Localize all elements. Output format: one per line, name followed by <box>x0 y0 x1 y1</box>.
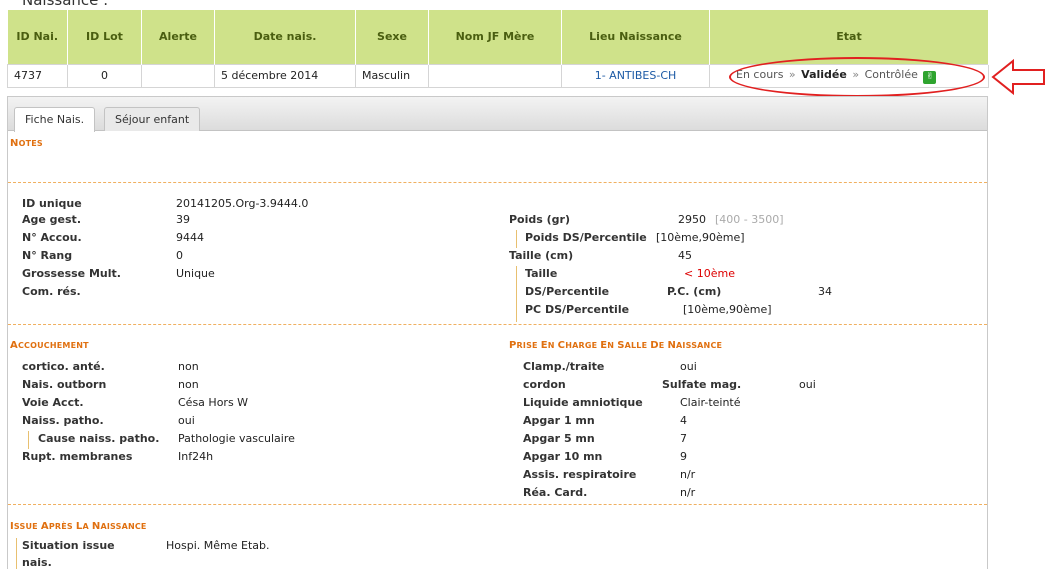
indent-bar <box>516 266 517 322</box>
tab-fiche-nais[interactable]: Fiche Nais. <box>14 107 96 132</box>
cell-lieu-link[interactable]: 1- ANTIBES-CH <box>561 63 710 88</box>
left-arrow-icon <box>991 58 1045 96</box>
divider <box>8 324 987 325</box>
column-header-alerte[interactable]: Alerte <box>141 10 215 64</box>
indent-bar <box>28 431 29 449</box>
section-prise-title: PRISE EN CHARGE EN SALLE DE NAISSANCE <box>509 340 723 351</box>
column-header-id[interactable]: ID Nai. <box>7 10 68 64</box>
thumbs-up-icon[interactable]: ✌ <box>923 70 937 84</box>
column-header-etat[interactable]: Etat <box>709 10 989 64</box>
page-title: Naissance : <box>22 0 109 9</box>
section-accouchement-title: ACCOUCHEMENT <box>10 340 89 351</box>
column-header-lieu[interactable]: Lieu Naissance <box>561 10 710 64</box>
cell-nom-jf <box>428 63 562 88</box>
cell-id: 4737 <box>7 63 68 88</box>
cell-lot: 0 <box>67 63 142 88</box>
column-header-lot[interactable]: ID Lot <box>67 10 142 64</box>
table-header-row: ID Nai. ID Lot Alerte Date nais. Sexe No… <box>7 10 989 64</box>
cell-date: 5 décembre 2014 <box>214 63 356 88</box>
detail-panel: Fiche Nais. Séjour enfant NOTES ID uniqu… <box>7 96 988 569</box>
divider <box>8 182 987 183</box>
column-header-date[interactable]: Date nais. <box>214 10 356 64</box>
tab-bar: Fiche Nais. Séjour enfant <box>8 97 987 132</box>
etat-en-cours[interactable]: En cours <box>736 68 783 81</box>
table-row[interactable]: 4737 0 5 décembre 2014 Masculin 1- ANTIB… <box>7 63 989 88</box>
column-header-sexe[interactable]: Sexe <box>355 10 429 64</box>
cell-etat: En cours » Validée » Contrôlée ✌ <box>709 63 989 88</box>
cell-sexe: Masculin <box>355 63 429 88</box>
etat-separator: » <box>788 67 796 81</box>
cell-alerte <box>141 63 215 88</box>
section-notes-title: NOTES <box>10 138 43 149</box>
indent-bar <box>516 230 517 248</box>
divider <box>8 504 987 505</box>
naissance-table: ID Nai. ID Lot Alerte Date nais. Sexe No… <box>7 10 989 88</box>
etat-validee[interactable]: Validée <box>801 68 847 81</box>
indent-bar <box>16 538 17 569</box>
section-issue-title: ISSUE APRÈS LA NAISSANCE <box>10 521 147 532</box>
etat-controlee[interactable]: Contrôlée <box>865 68 918 81</box>
column-header-nom-jf[interactable]: Nom JF Mère <box>428 10 562 64</box>
etat-separator: » <box>852 67 860 81</box>
tab-sejour-enfant[interactable]: Séjour enfant <box>104 107 201 131</box>
